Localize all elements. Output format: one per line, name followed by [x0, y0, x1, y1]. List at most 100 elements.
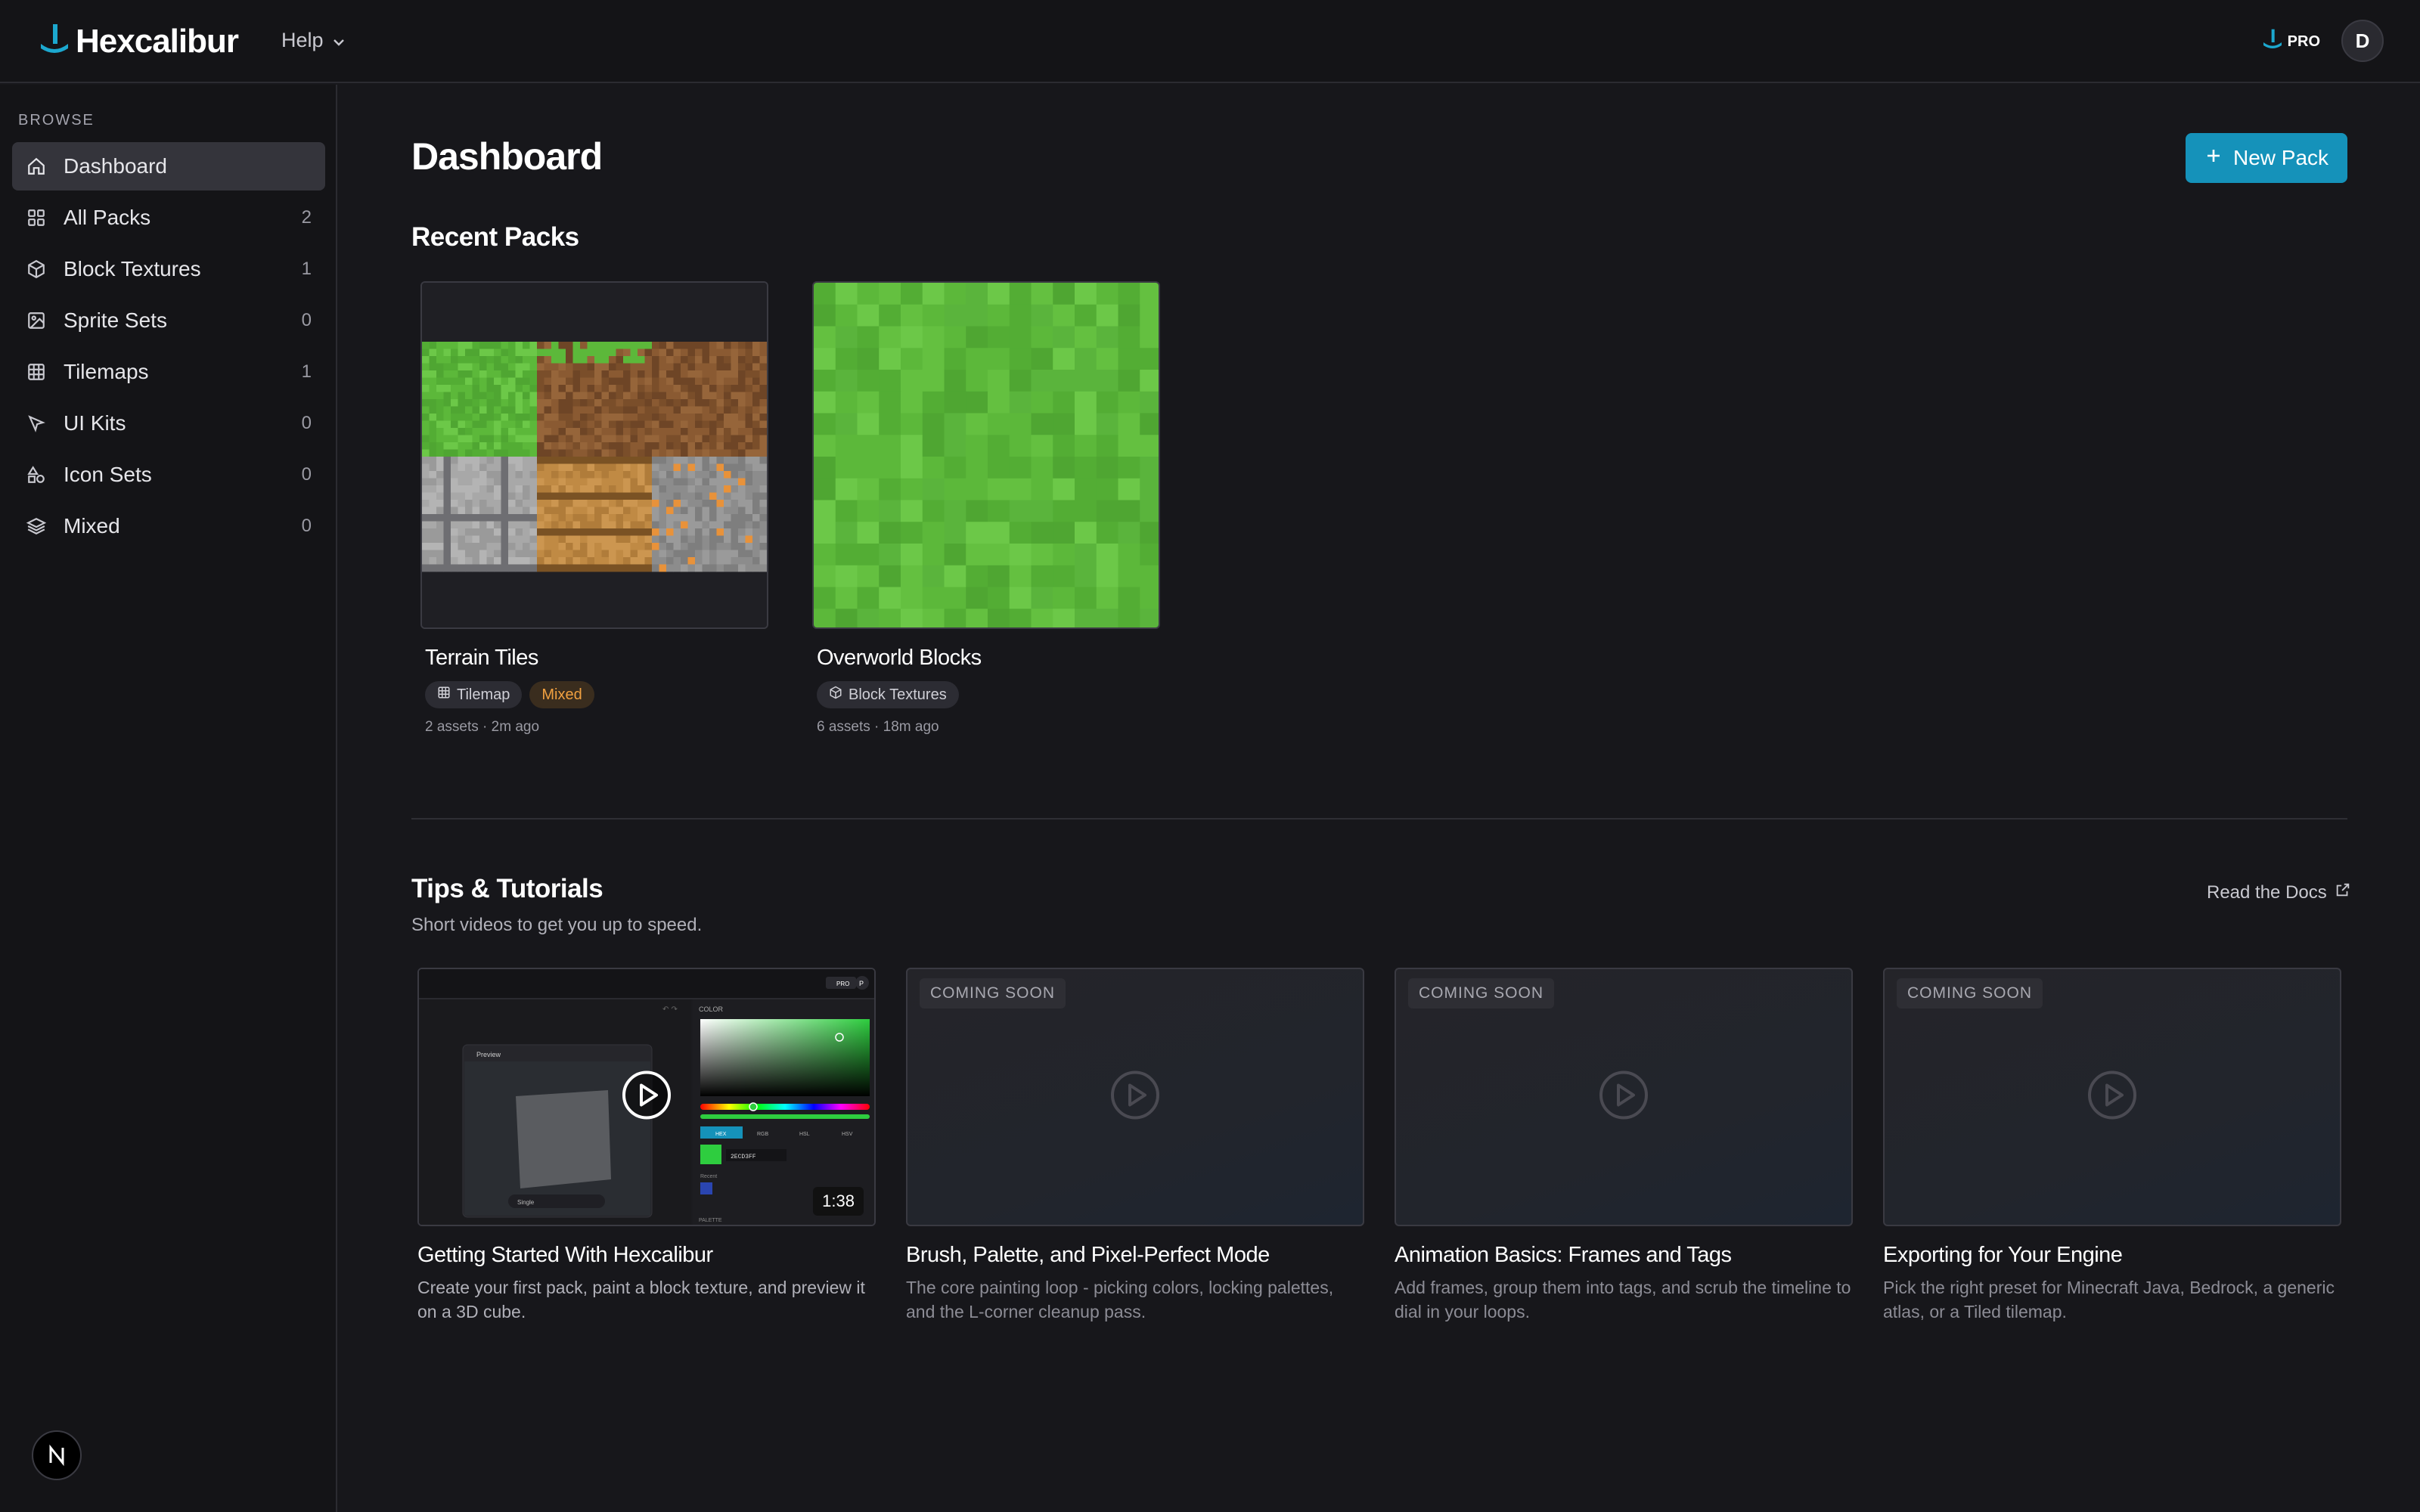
sword-icon: [2260, 27, 2285, 56]
next-dev-badge[interactable]: [32, 1430, 82, 1480]
chevron-down-icon: [333, 29, 345, 52]
app-name: Hexcalibur: [76, 22, 239, 60]
docs-label: Read the Docs: [2207, 881, 2327, 903]
preview-mode-rgb: RGB: [757, 1132, 769, 1137]
new-pack-label: New Pack: [2232, 146, 2329, 169]
tutorial-thumbnail: COMING SOON: [1395, 968, 1853, 1226]
tutorial-title: Getting Started With Hexcalibur: [417, 1243, 713, 1267]
tutorial-thumbnail: COMING SOON: [1883, 968, 2341, 1226]
sidebar-item-block-textures[interactable]: Block Textures 1: [12, 245, 325, 293]
tag-tilemap: Tilemap: [425, 681, 523, 708]
sidebar-item-mixed[interactable]: Mixed 0: [12, 502, 325, 550]
video-duration: 1:38: [813, 1187, 864, 1216]
pack-name: Overworld Blocks: [817, 646, 982, 670]
pro-badge[interactable]: PRO: [2260, 27, 2320, 56]
sidebar-item-label: All Packs: [64, 206, 151, 229]
tutorial-description: The core painting loop - picking colors,…: [906, 1278, 1334, 1321]
sidebar-item-count: 0: [301, 413, 312, 433]
sidebar-item-dashboard[interactable]: Dashboard: [12, 142, 325, 191]
pack-tags: Block Textures: [817, 681, 1160, 708]
sidebar-item-icon-sets[interactable]: Icon Sets 0: [12, 451, 325, 499]
external-link-icon: [2335, 881, 2351, 903]
sidebar-item-tilemaps[interactable]: Tilemaps 1: [12, 348, 325, 396]
tutorial-thumbnail: COMING SOON: [906, 968, 1364, 1226]
plan-label: PRO: [2287, 33, 2320, 50]
n-logo-icon: [49, 1444, 64, 1467]
tag-label: Block Textures: [849, 686, 947, 703]
recent-packs-title: Recent Packs: [411, 222, 579, 252]
preview-single-label: Single: [517, 1199, 535, 1206]
sidebar-item-count: 0: [301, 516, 312, 536]
sidebar-item-count: 0: [301, 464, 312, 485]
tutorial-card-animation-basics[interactable]: COMING SOON Animation Basics: Frames and…: [1395, 968, 1853, 1324]
sidebar-item-count: 1: [301, 259, 312, 279]
sidebar-item-ui-kits[interactable]: UI Kits 0: [12, 399, 325, 448]
preview-color-label: COLOR: [699, 1005, 724, 1013]
app-logo[interactable]: Hexcalibur: [36, 21, 239, 61]
plus-icon: [2204, 146, 2223, 170]
sidebar-item-count: 2: [301, 207, 312, 228]
tutorials-title: Tips & Tutorials: [411, 874, 603, 903]
new-pack-button[interactable]: New Pack: [2186, 133, 2347, 183]
preview-mode-hsv: HSV: [842, 1132, 853, 1137]
preview-panel-title: Preview: [476, 1051, 501, 1058]
sidebar-item-sprite-sets[interactable]: Sprite Sets 0: [12, 296, 325, 345]
tutorials-subtitle: Short videos to get you up to speed.: [411, 915, 703, 935]
tutorial-card-exporting[interactable]: COMING SOON Exporting for Your Engine Pi…: [1883, 968, 2341, 1324]
grass-texture-image: [814, 283, 1159, 627]
sidebar-item-label: Mixed: [64, 514, 120, 538]
sidebar-item-label: UI Kits: [64, 411, 126, 435]
help-label: Help: [281, 29, 324, 51]
coming-soon-badge: COMING SOON: [1408, 978, 1555, 1009]
table-icon: [437, 686, 451, 704]
help-menu[interactable]: Help: [281, 29, 345, 52]
shapes-icon: [26, 464, 47, 485]
sidebar-heading: BROWSE: [18, 112, 95, 129]
tag-mixed: Mixed: [529, 681, 594, 708]
sidebar-item-label: Dashboard: [64, 154, 167, 178]
preview-avatar: P: [859, 980, 864, 987]
sidebar-item-count: 0: [301, 310, 312, 330]
preview-hex-value: 2ECD3FF: [731, 1154, 756, 1160]
sidebar: BROWSE Dashboard All Packs 2 Block Textu…: [0, 85, 337, 1512]
tutorial-title: Animation Basics: Frames and Tags: [1395, 1243, 1732, 1267]
tutorial-description: Add frames, group them into tags, and sc…: [1395, 1278, 1851, 1321]
tutorial-card-brush-palette[interactable]: COMING SOON Brush, Palette, and Pixel-Pe…: [906, 968, 1364, 1324]
pack-card-terrain-tiles[interactable]: Terrain Tiles Tilemap Mixed 2 assets · 2…: [420, 281, 768, 736]
tag-block-textures: Block Textures: [817, 681, 959, 708]
preview-palette-label: PALETTE: [699, 1218, 722, 1223]
cube-icon: [26, 259, 47, 280]
play-icon: [1110, 1070, 1160, 1124]
cube-icon: [829, 686, 842, 704]
home-icon: [26, 156, 47, 177]
sidebar-item-label: Block Textures: [64, 257, 201, 280]
tag-label: Tilemap: [457, 686, 510, 703]
page-title: Dashboard: [411, 135, 603, 178]
tag-label: Mixed: [541, 686, 582, 703]
terrain-texture-image: [422, 283, 767, 627]
sidebar-item-all-packs[interactable]: All Packs 2: [12, 194, 325, 242]
tutorial-title: Brush, Palette, and Pixel-Perfect Mode: [906, 1243, 1270, 1267]
tutorial-title: Exporting for Your Engine: [1883, 1243, 2123, 1267]
pack-thumbnail: [420, 281, 768, 629]
pack-meta: 2 assets · 2m ago: [425, 719, 540, 735]
main-content: Dashboard New Pack Recent Packs Terrain …: [339, 85, 2420, 1512]
user-avatar[interactable]: D: [2341, 20, 2384, 62]
table-icon: [26, 361, 47, 383]
read-docs-link[interactable]: Read the Docs: [2207, 881, 2351, 903]
tutorial-description: Pick the right preset for Minecraft Java…: [1883, 1278, 2335, 1321]
tutorial-description: Create your first pack, paint a block te…: [417, 1278, 865, 1321]
play-icon[interactable]: [622, 1070, 672, 1124]
coming-soon-badge: COMING SOON: [1897, 978, 2043, 1009]
section-divider: [411, 818, 2347, 820]
play-icon: [2087, 1070, 2137, 1124]
preview-recent-label: Recent: [700, 1174, 717, 1179]
pack-name: Terrain Tiles: [425, 646, 538, 670]
sword-icon: [36, 21, 73, 61]
grid-icon: [26, 207, 47, 228]
tutorial-card-getting-started[interactable]: PRO P ↶ ↷ Preview Single COLOR HEX RGB H…: [417, 968, 876, 1324]
tutorial-thumbnail: PRO P ↶ ↷ Preview Single COLOR HEX RGB H…: [417, 968, 876, 1226]
pack-meta: 6 assets · 18m ago: [817, 719, 939, 735]
top-bar: Hexcalibur Help PRO D: [0, 0, 2420, 83]
pack-card-overworld-blocks[interactable]: Overworld Blocks Block Textures 6 assets…: [812, 281, 1160, 736]
